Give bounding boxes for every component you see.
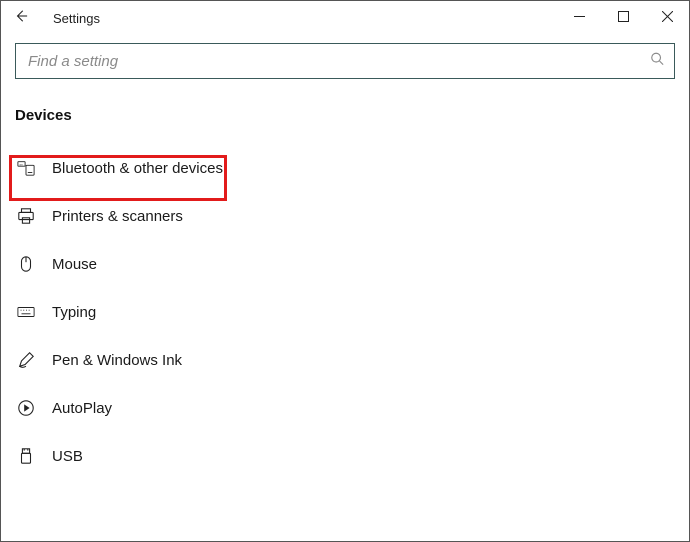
nav-item-label: Bluetooth & other devices <box>52 160 223 177</box>
search-icon <box>650 52 664 71</box>
nav-item-label: Typing <box>52 304 96 321</box>
nav-item-bluetooth[interactable]: Bluetooth & other devices <box>1 144 689 192</box>
autoplay-icon <box>15 397 37 419</box>
nav-item-label: USB <box>52 448 83 465</box>
minimize-button[interactable] <box>557 3 601 33</box>
search-box[interactable] <box>15 43 675 79</box>
nav-item-autoplay[interactable]: AutoPlay <box>1 384 689 432</box>
search-input[interactable] <box>26 52 664 71</box>
nav-item-usb[interactable]: USB <box>1 432 689 480</box>
maximize-button[interactable] <box>601 3 645 33</box>
nav-item-typing[interactable]: Typing <box>1 288 689 336</box>
arrow-left-icon <box>14 9 28 28</box>
window-controls <box>557 3 689 33</box>
nav-item-pen[interactable]: Pen & Windows Ink <box>1 336 689 384</box>
nav-item-label: Pen & Windows Ink <box>52 352 182 369</box>
search-container <box>1 35 689 85</box>
devices-list: Bluetooth & other devices Printers & sca… <box>1 136 689 480</box>
category-heading: Devices <box>1 85 689 136</box>
window-title: Settings <box>53 11 100 26</box>
keyboard-icon <box>15 301 37 323</box>
devices-icon <box>15 157 37 179</box>
settings-window: Settings <box>0 0 690 542</box>
printer-icon <box>15 205 37 227</box>
nav-item-label: Mouse <box>52 256 97 273</box>
close-icon <box>662 9 673 27</box>
nav-item-printers[interactable]: Printers & scanners <box>1 192 689 240</box>
back-button[interactable] <box>7 4 35 32</box>
usb-icon <box>15 445 37 467</box>
close-button[interactable] <box>645 3 689 33</box>
nav-item-label: Printers & scanners <box>52 208 183 225</box>
titlebar-left: Settings <box>7 4 100 32</box>
titlebar: Settings <box>1 1 689 35</box>
maximize-icon <box>618 9 629 27</box>
pen-icon <box>15 349 37 371</box>
nav-item-mouse[interactable]: Mouse <box>1 240 689 288</box>
nav-item-label: AutoPlay <box>52 400 112 417</box>
mouse-icon <box>15 253 37 275</box>
minimize-icon <box>574 9 585 27</box>
